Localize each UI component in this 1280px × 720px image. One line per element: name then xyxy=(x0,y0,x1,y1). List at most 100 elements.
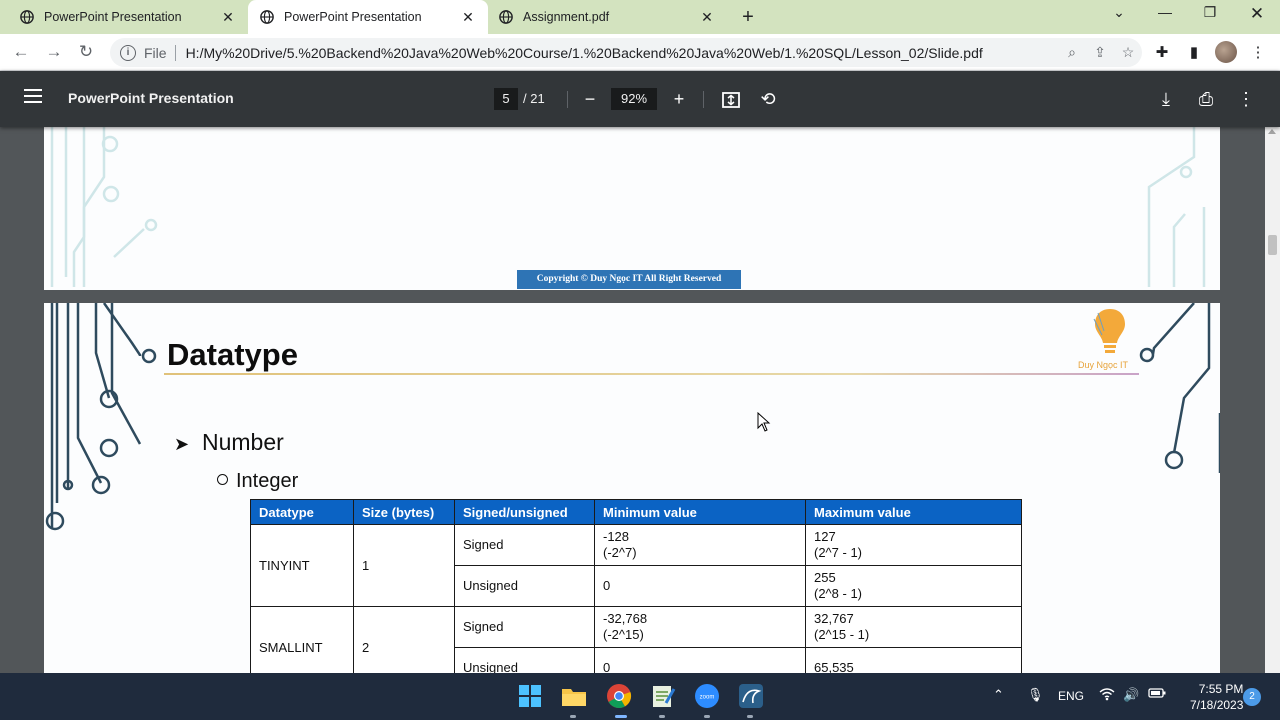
reload-icon[interactable]: ↻ xyxy=(75,41,97,63)
table-header-row: Datatype Size (bytes) Signed/unsigned Mi… xyxy=(250,499,1022,525)
scroll-thumb[interactable] xyxy=(1268,235,1277,255)
back-icon[interactable]: ← xyxy=(10,41,32,63)
mouse-cursor-icon xyxy=(757,412,771,432)
forward-icon[interactable]: → xyxy=(43,41,65,63)
show-hidden-icons-icon[interactable]: ⌃ xyxy=(993,687,1004,703)
document-title: PowerPoint Presentation xyxy=(68,90,234,106)
microphone-icon[interactable]: 🎙 xyxy=(1027,687,1044,703)
globe-icon xyxy=(20,10,34,24)
cell-max: 65,535 xyxy=(805,647,1022,673)
language-indicator[interactable]: ENG xyxy=(1058,689,1084,703)
zoom-icon[interactable]: ⌕ xyxy=(1058,44,1086,61)
notification-badge[interactable]: 2 xyxy=(1243,688,1261,706)
running-indicator xyxy=(747,715,753,718)
rotate-icon[interactable]: ⟲ xyxy=(756,87,780,111)
cell-min: -128 (-2^7) xyxy=(594,524,806,566)
tab-assignment[interactable]: Assignment.pdf ✕ xyxy=(487,0,727,34)
share-icon[interactable]: ⇪ xyxy=(1086,44,1114,61)
divider xyxy=(567,91,568,108)
max-value: 65,535 xyxy=(814,660,854,673)
max-expression: (2^8 - 1) xyxy=(814,586,863,601)
tab-powerpoint-1[interactable]: PowerPoint Presentation ✕ xyxy=(8,0,248,34)
column-header: Size (bytes) xyxy=(353,499,455,525)
tab-title: PowerPoint Presentation xyxy=(44,10,182,24)
vertical-scrollbar[interactable] xyxy=(1265,127,1280,673)
hamburger-menu-icon[interactable] xyxy=(24,89,42,103)
cell-sign: Signed xyxy=(454,524,595,566)
copyright-footer: Copyright © Duy Ngọc IT All Right Reserv… xyxy=(517,270,741,289)
document-viewer[interactable]: Copyright © Duy Ngọc IT All Right Reserv… xyxy=(0,127,1280,673)
zoom-app-icon[interactable]: zoom xyxy=(694,683,720,709)
side-panel-icon[interactable]: ▮ xyxy=(1183,42,1205,64)
zoom-out-button[interactable]: − xyxy=(578,87,602,111)
page-total: / 21 xyxy=(523,91,545,106)
chrome-icon[interactable] xyxy=(606,683,632,709)
pdf-page-current: Duy Ngọc IT Datatype ➤ Number Integer Dat… xyxy=(44,303,1220,673)
volume-icon[interactable]: 🔊 xyxy=(1123,687,1139,703)
close-tab-icon[interactable]: ✕ xyxy=(699,9,715,26)
cell-datatype: SMALLINT xyxy=(250,606,354,673)
clock[interactable]: 7:55 PM 7/18/2023 xyxy=(1190,681,1243,713)
cell-sign: Signed xyxy=(454,606,595,648)
bullet-text: Number xyxy=(202,429,284,455)
cell-sign: Unsigned xyxy=(454,565,595,607)
tab-title: Assignment.pdf xyxy=(523,10,610,24)
notepad-icon[interactable] xyxy=(650,683,676,709)
fit-page-icon[interactable] xyxy=(719,87,743,111)
tab-search-icon[interactable]: ⌄ xyxy=(1107,4,1131,21)
windows-start-icon[interactable] xyxy=(517,683,543,709)
min-value: -128 xyxy=(603,529,630,544)
avatar[interactable] xyxy=(1215,41,1237,63)
extensions-icon[interactable]: ✚ xyxy=(1151,42,1173,64)
address-bar[interactable]: i File H:/My%20Drive/5.%20Backend%20Java… xyxy=(110,38,1142,67)
close-window-icon[interactable]: ✕ xyxy=(1245,4,1269,24)
clock-time: 7:55 PM xyxy=(1198,682,1244,696)
circuit-decoration xyxy=(50,127,1206,287)
scheme-label: File xyxy=(144,44,167,61)
zoom-level-input[interactable]: 92% xyxy=(611,88,657,110)
cell-min: 0 xyxy=(594,565,806,607)
scroll-up-icon[interactable] xyxy=(1268,129,1276,134)
cell-size: 1 xyxy=(353,524,455,607)
restore-icon[interactable]: ❐ xyxy=(1198,4,1222,21)
url-text[interactable]: H:/My%20Drive/5.%20Backend%20Java%20Web%… xyxy=(186,45,1058,61)
min-value: -32,768 xyxy=(603,611,648,626)
file-explorer-icon[interactable] xyxy=(561,683,587,709)
info-icon[interactable]: i xyxy=(120,44,136,61)
lightbulb-logo-icon xyxy=(1093,309,1125,353)
more-options-icon[interactable]: ⋮ xyxy=(1234,87,1258,111)
more-menu-icon[interactable]: ⋮ xyxy=(1247,42,1269,64)
mysql-workbench-icon[interactable] xyxy=(738,683,764,709)
divider xyxy=(703,91,704,108)
new-tab-button[interactable]: + xyxy=(738,6,758,29)
max-value: 32,767 xyxy=(814,611,854,626)
tab-powerpoint-2[interactable]: PowerPoint Presentation ✕ xyxy=(248,0,488,34)
print-icon[interactable]: ⎙ xyxy=(1194,87,1218,111)
close-tab-icon[interactable]: ✕ xyxy=(460,9,476,26)
running-indicator xyxy=(659,715,665,718)
bookmark-star-icon[interactable]: ☆ xyxy=(1114,44,1142,61)
running-indicator xyxy=(570,715,576,718)
zoom-in-button[interactable]: + xyxy=(667,87,691,111)
globe-icon xyxy=(260,10,274,24)
slide-title: Datatype xyxy=(167,337,298,372)
browser-toolbar: ← → ↻ i File H:/My%20Drive/5.%20Backend%… xyxy=(0,34,1280,71)
cell-size: 2 xyxy=(353,606,455,673)
cell-min: -32,768 (-2^15) xyxy=(594,606,806,648)
bullet-text: Integer xyxy=(236,470,299,492)
wifi-icon[interactable] xyxy=(1099,687,1115,704)
max-value: 127 xyxy=(814,529,836,544)
page-number-input[interactable]: 5 xyxy=(494,88,518,110)
running-indicator xyxy=(704,715,710,718)
max-expression: (2^15 - 1) xyxy=(814,627,870,642)
download-icon[interactable]: ⤓ xyxy=(1154,87,1178,111)
close-tab-icon[interactable]: ✕ xyxy=(220,9,236,26)
battery-icon[interactable] xyxy=(1148,687,1166,702)
minimize-icon[interactable]: — xyxy=(1153,4,1177,20)
integer-datatype-table: Datatype Size (bytes) Signed/unsigned Mi… xyxy=(250,499,1022,673)
logo-text: Duy Ngọc IT xyxy=(1078,360,1129,370)
title-underline xyxy=(164,373,1139,375)
cell-max: 127 (2^7 - 1) xyxy=(805,524,1022,566)
cell-sign: Unsigned xyxy=(454,647,595,673)
cell-max: 32,767 (2^15 - 1) xyxy=(805,606,1022,648)
